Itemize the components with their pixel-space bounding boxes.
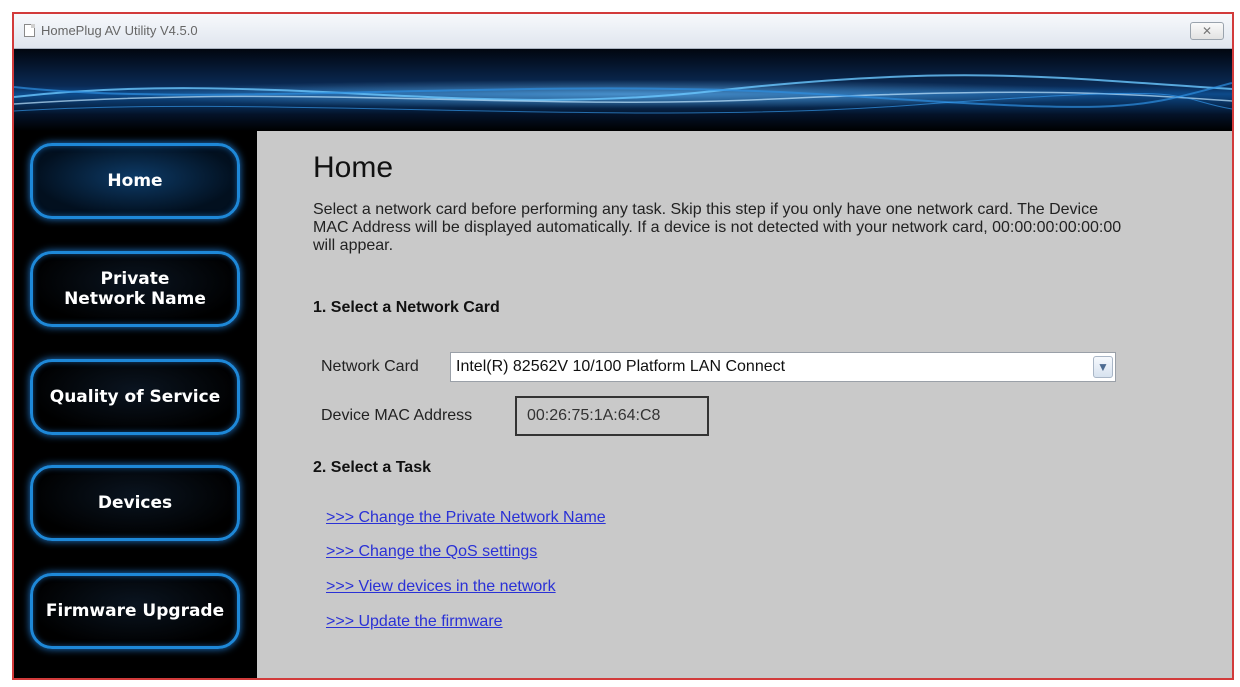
sidebar-item-firmware-upgrade[interactable]: Firmware Upgrade [30,573,240,649]
main-content: Home Select a network card before perfor… [257,131,1232,678]
sidebar-item-quality-of-service[interactable]: Quality of Service [30,359,240,435]
app-icon [24,24,35,37]
window-title: HomePlug AV Utility V4.5.0 [41,23,198,38]
title-bar: HomePlug AV Utility V4.5.0 ✕ [14,14,1232,49]
sidebar-item-private-network-name[interactable]: Private Network Name [30,251,240,327]
chevron-down-icon[interactable]: ▼ [1093,356,1113,378]
intro-text: Select a network card before performing … [313,201,1122,254]
network-card-label: Network Card [321,358,419,375]
page-title: Home [313,151,394,184]
banner-wave-graphic [14,74,1232,114]
mac-address-label: Device MAC Address [321,407,473,424]
link-change-qos-settings[interactable]: >>> Change the QoS settings [326,543,537,561]
mac-address-field: 00:26:75:1A:64:C8 [515,396,709,436]
section-select-task: 2. Select a Task [313,459,431,476]
link-change-private-network-name[interactable]: >>> Change the Private Network Name [326,509,606,527]
app-window: HomePlug AV Utility V4.5.0 ✕ Home Privat… [12,12,1234,680]
network-card-value: Intel(R) 82562V 10/100 Platform LAN Conn… [456,358,786,375]
section-select-network-card: 1. Select a Network Card [313,299,500,316]
network-card-select[interactable]: Intel(R) 82562V 10/100 Platform LAN Conn… [450,352,1116,382]
header-banner [14,49,1232,131]
link-view-devices[interactable]: >>> View devices in the network [326,578,556,596]
sidebar: Home Private Network Name Quality of Ser… [14,131,257,678]
sidebar-item-devices[interactable]: Devices [30,465,240,541]
close-button[interactable]: ✕ [1190,22,1224,40]
link-update-firmware[interactable]: >>> Update the firmware [326,613,503,631]
sidebar-item-home[interactable]: Home [30,143,240,219]
